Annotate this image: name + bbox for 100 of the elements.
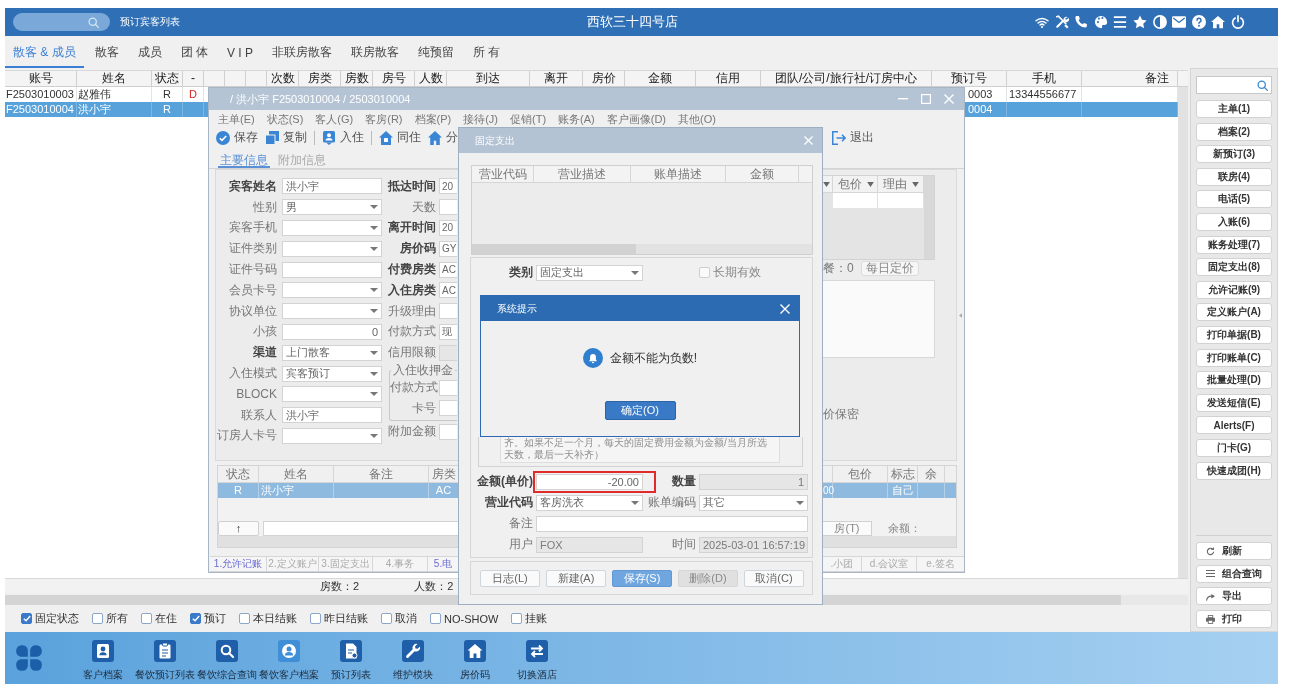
menu-item[interactable]: 客人(G) bbox=[315, 111, 354, 127]
sidebar-button[interactable]: 组合查询 bbox=[1196, 564, 1272, 583]
tab[interactable]: 纯预留 bbox=[410, 36, 463, 68]
text-field[interactable] bbox=[263, 521, 458, 536]
dropdown-field[interactable]: 男 bbox=[282, 199, 382, 216]
checkbox-label[interactable]: 价保密 bbox=[823, 406, 859, 423]
dropdown-field[interactable]: 客房洗衣 bbox=[536, 494, 643, 511]
taskbar-button[interactable]: 维护模块 bbox=[382, 640, 444, 682]
menu-item[interactable]: 档案(P) bbox=[414, 111, 452, 127]
dialog-button[interactable]: 新建(A) bbox=[546, 569, 606, 587]
sidebar-button[interactable]: 发送短信(E) bbox=[1196, 393, 1272, 412]
text-field[interactable] bbox=[439, 379, 457, 396]
menu-item[interactable]: 账务(A) bbox=[558, 111, 595, 127]
sidebar-button[interactable]: 档案(2) bbox=[1196, 122, 1272, 141]
checkbox-label[interactable]: 预订 bbox=[204, 611, 226, 626]
palette-icon[interactable] bbox=[1093, 15, 1108, 29]
sidebar-button[interactable]: 固定支出(8) bbox=[1196, 258, 1272, 277]
text-field[interactable]: AC bbox=[439, 282, 457, 299]
toolbar-button[interactable]: 分 bbox=[428, 129, 458, 146]
text-field[interactable]: 现 bbox=[439, 323, 457, 340]
sidebar-button[interactable]: 快速成团(H) bbox=[1196, 461, 1272, 480]
column-header[interactable]: 包价 bbox=[833, 176, 878, 192]
tab[interactable]: 1.允许记账 bbox=[210, 557, 267, 571]
close-icon[interactable] bbox=[780, 303, 790, 314]
tab[interactable]: 联房散客 bbox=[343, 36, 408, 68]
help-icon[interactable] bbox=[1191, 15, 1206, 29]
text-field[interactable]: 洪小宇 bbox=[282, 178, 382, 195]
toolbar-button[interactable]: 复制 bbox=[265, 129, 307, 146]
sidebar-button[interactable]: 打印 bbox=[1196, 610, 1272, 628]
checkbox-label[interactable]: 固定状态 bbox=[35, 611, 79, 626]
taskbar-button[interactable]: 切换酒店 bbox=[506, 640, 568, 682]
taskbar-button[interactable]: 客户档案 bbox=[72, 640, 134, 682]
menu-item[interactable]: 主单(E) bbox=[218, 111, 255, 127]
half-circle-icon[interactable] bbox=[1152, 15, 1167, 29]
up-button[interactable]: ↑ bbox=[218, 521, 259, 536]
text-field[interactable]: 洪小宇 bbox=[282, 407, 382, 424]
text-area[interactable] bbox=[823, 280, 935, 358]
text-field[interactable]: 20 bbox=[439, 220, 457, 236]
checkbox-label[interactable]: 在住 bbox=[155, 611, 177, 626]
dropdown-field[interactable] bbox=[282, 240, 382, 257]
menu-item[interactable]: 状态(S) bbox=[266, 111, 304, 127]
tab[interactable]: 团 体 bbox=[172, 36, 216, 68]
text-field[interactable] bbox=[439, 199, 457, 216]
tab[interactable]: 散客 bbox=[86, 36, 127, 68]
tab[interactable]: V I P bbox=[219, 36, 262, 68]
checkbox[interactable] bbox=[511, 613, 523, 624]
maximize-icon[interactable] bbox=[921, 94, 931, 104]
sidebar-button[interactable]: 打印账单(C) bbox=[1196, 348, 1272, 367]
dropdown-field[interactable]: 其它 bbox=[699, 494, 808, 511]
text-field[interactable] bbox=[439, 303, 457, 320]
taskbar-button[interactable]: 餐饮综合查询 bbox=[196, 640, 258, 682]
tab[interactable]: 非联房散客 bbox=[264, 36, 341, 68]
checkbox[interactable] bbox=[141, 613, 152, 624]
sidebar-button[interactable]: 打印单据(B) bbox=[1196, 325, 1272, 344]
tab[interactable]: 散客 & 成员 bbox=[5, 36, 84, 68]
menu-item[interactable]: 客房(R) bbox=[365, 111, 403, 127]
checkbox[interactable] bbox=[190, 613, 201, 624]
sidebar-button[interactable]: 入账(6) bbox=[1196, 212, 1272, 231]
checkbox-label[interactable]: NO-SHOW bbox=[444, 612, 499, 625]
text-field[interactable]: AC bbox=[439, 261, 457, 278]
dropdown-field[interactable] bbox=[282, 303, 382, 320]
taskbar-button[interactable]: 餐饮预订列表 bbox=[134, 640, 196, 682]
sidebar-button[interactable]: Alerts(F) bbox=[1196, 416, 1272, 435]
sidebar-button[interactable]: 批量处理(D) bbox=[1196, 371, 1272, 390]
sidebar-button[interactable]: 新预订(3) bbox=[1196, 145, 1272, 164]
toolbar-button[interactable]: 入住 bbox=[322, 129, 364, 146]
power-icon[interactable] bbox=[1231, 15, 1245, 29]
text-field[interactable]: GY bbox=[439, 240, 457, 257]
ok-button[interactable]: 确定(O) bbox=[604, 401, 676, 420]
menu-item[interactable]: 其他(O) bbox=[678, 111, 716, 127]
checkbox[interactable] bbox=[92, 613, 103, 624]
tab[interactable]: 所 有 bbox=[465, 36, 509, 68]
toolbar-button[interactable]: 同住 bbox=[379, 129, 421, 146]
text-field[interactable] bbox=[439, 400, 457, 417]
text-field[interactable]: 0 bbox=[282, 323, 382, 340]
checkbox[interactable] bbox=[310, 613, 321, 624]
text-field[interactable]: -20.00 bbox=[536, 473, 643, 490]
star-icon[interactable] bbox=[1133, 15, 1148, 29]
tab[interactable]: 成员 bbox=[129, 36, 170, 68]
checkbox-label[interactable]: 所有 bbox=[106, 611, 128, 626]
dropdown-field[interactable] bbox=[282, 427, 382, 444]
dropdown-field[interactable]: 固定支出 bbox=[536, 264, 643, 281]
text-field[interactable] bbox=[282, 261, 382, 278]
toolbar-button[interactable]: 退出 bbox=[832, 129, 874, 146]
sidebar-button[interactable]: 门卡(G) bbox=[1196, 438, 1272, 457]
checkbox-label[interactable]: 取消 bbox=[395, 611, 417, 626]
dialog-button[interactable]: 取消(C) bbox=[744, 569, 804, 587]
dropdown-field[interactable] bbox=[282, 220, 382, 236]
menu-item[interactable]: 客户画像(D) bbox=[606, 111, 666, 127]
room-button[interactable]: 房(T) bbox=[823, 521, 872, 536]
text-field[interactable]: 20 bbox=[439, 178, 457, 195]
tab[interactable]: 5.电 bbox=[428, 557, 458, 571]
checkbox-label[interactable]: 长期有效 bbox=[713, 264, 761, 281]
checkbox-label[interactable]: 本日结账 bbox=[253, 611, 297, 626]
sidebar-button[interactable]: 允许记账(9) bbox=[1196, 280, 1272, 299]
sidebar-button[interactable]: 主单(1) bbox=[1196, 100, 1272, 118]
sidebar-button[interactable]: 定义账户(A) bbox=[1196, 303, 1272, 322]
envelope-icon[interactable] bbox=[1172, 15, 1187, 29]
tools-icon[interactable] bbox=[1054, 15, 1069, 29]
text-field[interactable] bbox=[439, 423, 457, 440]
